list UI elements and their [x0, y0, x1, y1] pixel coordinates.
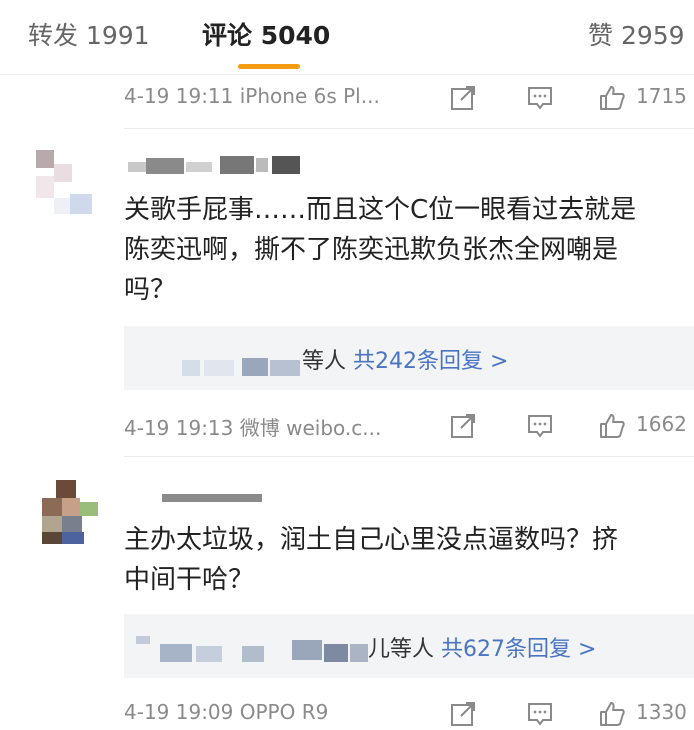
username-redacted[interactable] [124, 156, 314, 178]
reply-authors: 儿等人 [368, 637, 435, 662]
tab-comments[interactable]: 评论 5040 [202, 16, 330, 52]
divider [124, 456, 694, 457]
reply-summary[interactable]: 儿等人 共627条回复 > [124, 614, 694, 678]
comment-meta-row: 4-19 19:11 iPhone 6s Pl... 1715 [124, 84, 694, 114]
like-count: 1330 [636, 700, 687, 724]
like-icon[interactable] [598, 700, 626, 728]
tab-likes[interactable]: 赞 2959 [588, 16, 685, 52]
avatar[interactable] [38, 480, 98, 544]
like-count: 1715 [636, 84, 687, 108]
reply-link[interactable]: 儿等人 共627条回复 > [368, 631, 596, 663]
divider [0, 74, 694, 75]
reply-count[interactable]: 共242条回复 > [353, 349, 508, 374]
reply-authors: 等人 [302, 349, 347, 374]
share-icon[interactable] [449, 700, 477, 728]
active-tab-indicator [238, 64, 300, 69]
reply-link[interactable]: 等人 共242条回复 > [302, 343, 508, 375]
reply-count[interactable]: 共627条回复 > [441, 637, 596, 662]
comment-icon[interactable] [526, 700, 554, 728]
divider [124, 128, 694, 129]
reply-summary[interactable]: 等人 共242条回复 > [124, 326, 694, 390]
username-redacted[interactable] [124, 488, 262, 510]
comment-icon[interactable] [526, 84, 554, 112]
share-icon[interactable] [449, 84, 477, 112]
comment-meta-row: 4-19 19:09 OPPO R9 1330 [124, 700, 694, 730]
comment-timestamp-source: 4-19 19:13 微博 weibo.c... [124, 416, 382, 440]
share-icon[interactable] [449, 412, 477, 440]
comment-body: 关歌手屁事……而且这个C位一眼看过去就是 陈奕迅啊，撕不了陈奕迅欺负张杰全网嘲是… [124, 195, 637, 305]
comment-timestamp-source: 4-19 19:09 OPPO R9 [124, 700, 329, 724]
like-count: 1662 [636, 412, 687, 436]
tab-repost[interactable]: 转发 1991 [28, 16, 150, 52]
comment-icon[interactable] [526, 412, 554, 440]
avatar[interactable] [30, 150, 92, 214]
like-icon[interactable] [598, 84, 626, 112]
like-icon[interactable] [598, 412, 626, 440]
comment-timestamp-source: 4-19 19:11 iPhone 6s Pl... [124, 84, 380, 108]
comment-tabs: 转发 1991 评论 5040 赞 2959 [0, 0, 694, 72]
comment-body: 主办太垃圾，润土自己心里没点逼数吗？挤 中间干哈？ [124, 525, 619, 595]
comment-meta-row: 4-19 19:13 微博 weibo.c... 1662 [124, 412, 694, 442]
